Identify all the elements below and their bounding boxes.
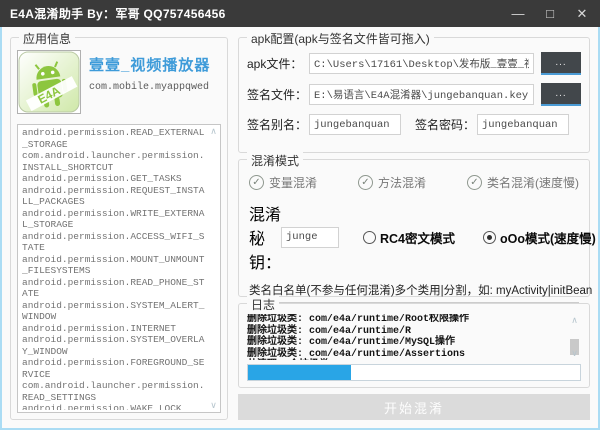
radio-label: oOo模式(速度慢) xyxy=(500,231,596,246)
app-info-group-label: 应用信息 xyxy=(19,30,76,47)
app-meta: 壹壹_视频播放器 com.mobile.myappqwed xyxy=(89,50,210,114)
permission-item: android.permission.GET_TASKS xyxy=(22,173,182,184)
cipher-mode-radio[interactable]: oOo模式(速度慢) xyxy=(483,228,596,247)
signature-row: 签名别名： 签名密码： xyxy=(247,114,581,135)
keystore-file-row: 签名文件： ... xyxy=(247,83,581,106)
permission-item: android.permission.ACCESS_WIFI_STATE xyxy=(22,230,205,254)
secret-key-input[interactable] xyxy=(281,226,339,248)
log-area: 删除垃圾类: com/e4a/runtime/Root权限操作 删除垃圾类: co… xyxy=(247,314,581,360)
scroll-down-icon[interactable]: ∨ xyxy=(207,401,220,410)
check-circle-icon xyxy=(467,175,482,190)
cipher-mode-radio-group: RC4密文模式 oOo模式(速度慢) xyxy=(363,228,596,247)
apk-file-row: apk文件： ... xyxy=(247,52,581,75)
permission-item: android.permission.READ_PHONE_STATE xyxy=(22,276,205,300)
apk-config-group-label: apk配置(apk与签名文件皆可拖入) xyxy=(247,30,434,47)
checkbox-label: 变量混淆 xyxy=(269,176,318,190)
permission-item: android.permission.REQUEST_INSTALL_PACKA… xyxy=(22,184,205,208)
permission-item: android.permission.SYSTEM_ALERT_WINDOW xyxy=(22,299,205,323)
app-header: E4A 壹壹_视频播放器 com.mobile.myappqwed xyxy=(17,50,221,114)
right-panel: apk配置(apk与签名文件皆可拖入) apk文件： ... 签名文件： ...… xyxy=(238,30,596,420)
permission-item: com.android.launcher.permission.INSTALL_… xyxy=(22,150,205,173)
apk-file-label: apk文件： xyxy=(247,57,303,71)
progress-bar xyxy=(247,364,581,381)
checkbox-label: 方法混淆 xyxy=(378,176,427,190)
permission-item: android.permission.SYSTEM_OVERLAY_WINDOW xyxy=(22,334,205,357)
permissions-scrollbar[interactable]: ∧ ∨ xyxy=(207,125,220,412)
apk-config-group: apk配置(apk与签名文件皆可拖入) apk文件： ... 签名文件： ...… xyxy=(238,30,590,153)
cipher-mode-radio[interactable]: RC4密文模式 xyxy=(363,228,455,247)
permissions-list[interactable]: android.permission.READ_EXTERNAL_STORAGE… xyxy=(22,127,206,410)
password-input[interactable] xyxy=(477,114,569,135)
radio-label: RC4密文模式 xyxy=(380,231,456,246)
keystore-browse-button[interactable]: ... xyxy=(541,83,581,106)
permissions-listbox: android.permission.READ_EXTERNAL_STORAGE… xyxy=(17,124,221,413)
obfuscate-checkbox[interactable]: 方法混淆 xyxy=(358,174,467,191)
window-title: E4A混淆助手 By：军哥 QQ757456456 xyxy=(10,7,226,21)
apk-file-input[interactable] xyxy=(309,53,534,74)
scroll-down-icon[interactable]: ∨ xyxy=(568,349,581,358)
radio-circle-icon xyxy=(483,230,497,244)
log-line: 删除垃圾类: com/e4a/runtime/Root权限操作 xyxy=(247,314,470,325)
radio-circle-icon xyxy=(363,230,376,244)
obfuscate-mode-group: 混淆模式 变量混淆 方法混淆 类名混淆(速度慢) 混淆秘钥： RC4密文模式 xyxy=(238,152,596,346)
start-obfuscate-button[interactable]: 开始混淆 xyxy=(238,394,590,420)
android-robot-icon: E4A xyxy=(18,51,80,113)
check-circle-icon xyxy=(358,175,373,190)
permission-item: android.permission.INTERNET xyxy=(22,322,176,334)
keystore-file-label: 签名文件： xyxy=(247,88,308,102)
app-package-name: com.mobile.myappqwed xyxy=(89,82,210,93)
minimize-button[interactable]: — xyxy=(510,7,526,20)
log-list[interactable]: 删除垃圾类: com/e4a/runtime/Root权限操作 删除垃圾类: co… xyxy=(247,314,565,360)
log-group-label: 日志 xyxy=(247,296,280,313)
progress-fill xyxy=(248,365,351,380)
obfuscate-checkbox[interactable]: 变量混淆 xyxy=(249,174,358,191)
scroll-up-icon[interactable]: ∧ xyxy=(568,316,581,325)
check-circle-icon xyxy=(249,175,264,190)
log-line: 删除垃圾类: com/e4a/runtime/MySQL操作 xyxy=(247,337,456,348)
app-icon: E4A xyxy=(17,50,81,114)
close-button[interactable]: ✕ xyxy=(574,7,590,20)
permission-item: android.permission.WAKE_LOCK xyxy=(22,403,182,410)
keystore-file-input[interactable] xyxy=(309,84,534,105)
app-info-group: 应用信息 E4A 壹壹_视频播放器 com.mobile.myappqwed a… xyxy=(10,30,228,420)
title-bar: E4A混淆助手 By：军哥 QQ757456456 — □ ✕ xyxy=(0,0,600,27)
window-content: 应用信息 E4A 壹壹_视频播放器 com.mobile.myappqwed a… xyxy=(0,27,600,430)
secret-key-label: 混淆秘钥： xyxy=(249,207,282,272)
window-controls: — □ ✕ xyxy=(510,7,590,20)
permission-item: android.permission.FOREGROUND_SERVICE xyxy=(22,357,205,380)
maximize-button[interactable]: □ xyxy=(542,7,558,20)
scroll-up-icon[interactable]: ∧ xyxy=(207,127,220,136)
alias-label: 签名别名： xyxy=(247,118,308,132)
apk-browse-button[interactable]: ... xyxy=(541,52,581,75)
permission-item: android.permission.WRITE_EXTERNAL_STORAG… xyxy=(22,207,205,231)
obfuscate-checkbox[interactable]: 类名混淆(速度慢) xyxy=(467,174,579,191)
log-line: 删除垃圾类: com/e4a/runtime/Assertions xyxy=(247,348,466,360)
obfuscate-mode-group-label: 混淆模式 xyxy=(247,152,304,169)
log-group: 日志 删除垃圾类: com/e4a/runtime/Root权限操作 删除垃圾类:… xyxy=(238,296,590,388)
left-panel: 应用信息 E4A 壹壹_视频播放器 com.mobile.myappqwed a… xyxy=(10,30,228,420)
log-line: 删除垃圾类: com/e4a/runtime/R xyxy=(247,325,412,337)
log-scrollbar[interactable]: ∧ ∨ xyxy=(568,314,581,360)
checkbox-row: 变量混淆 方法混淆 类名混淆(速度慢) xyxy=(249,174,579,191)
secret-key-row: 混淆秘钥： RC4密文模式 oOo模式(速度慢) xyxy=(249,201,596,273)
permission-item: android.permission.MOUNT_UNMOUNT_FILESYS… xyxy=(22,253,205,277)
checkbox-label: 类名混淆(速度慢) xyxy=(487,176,579,190)
password-label: 签名密码： xyxy=(415,118,476,132)
whitelist-hint: 类名白名单(不参与任何混淆)多个类用|分割，如: myActivity|init… xyxy=(249,285,593,297)
alias-input[interactable] xyxy=(309,114,401,135)
app-name: 壹壹_视频播放器 xyxy=(89,57,211,74)
permission-item: com.android.launcher.permission.READ_SET… xyxy=(22,380,205,403)
permission-item: android.permission.READ_EXTERNAL_STORAGE xyxy=(22,127,205,150)
